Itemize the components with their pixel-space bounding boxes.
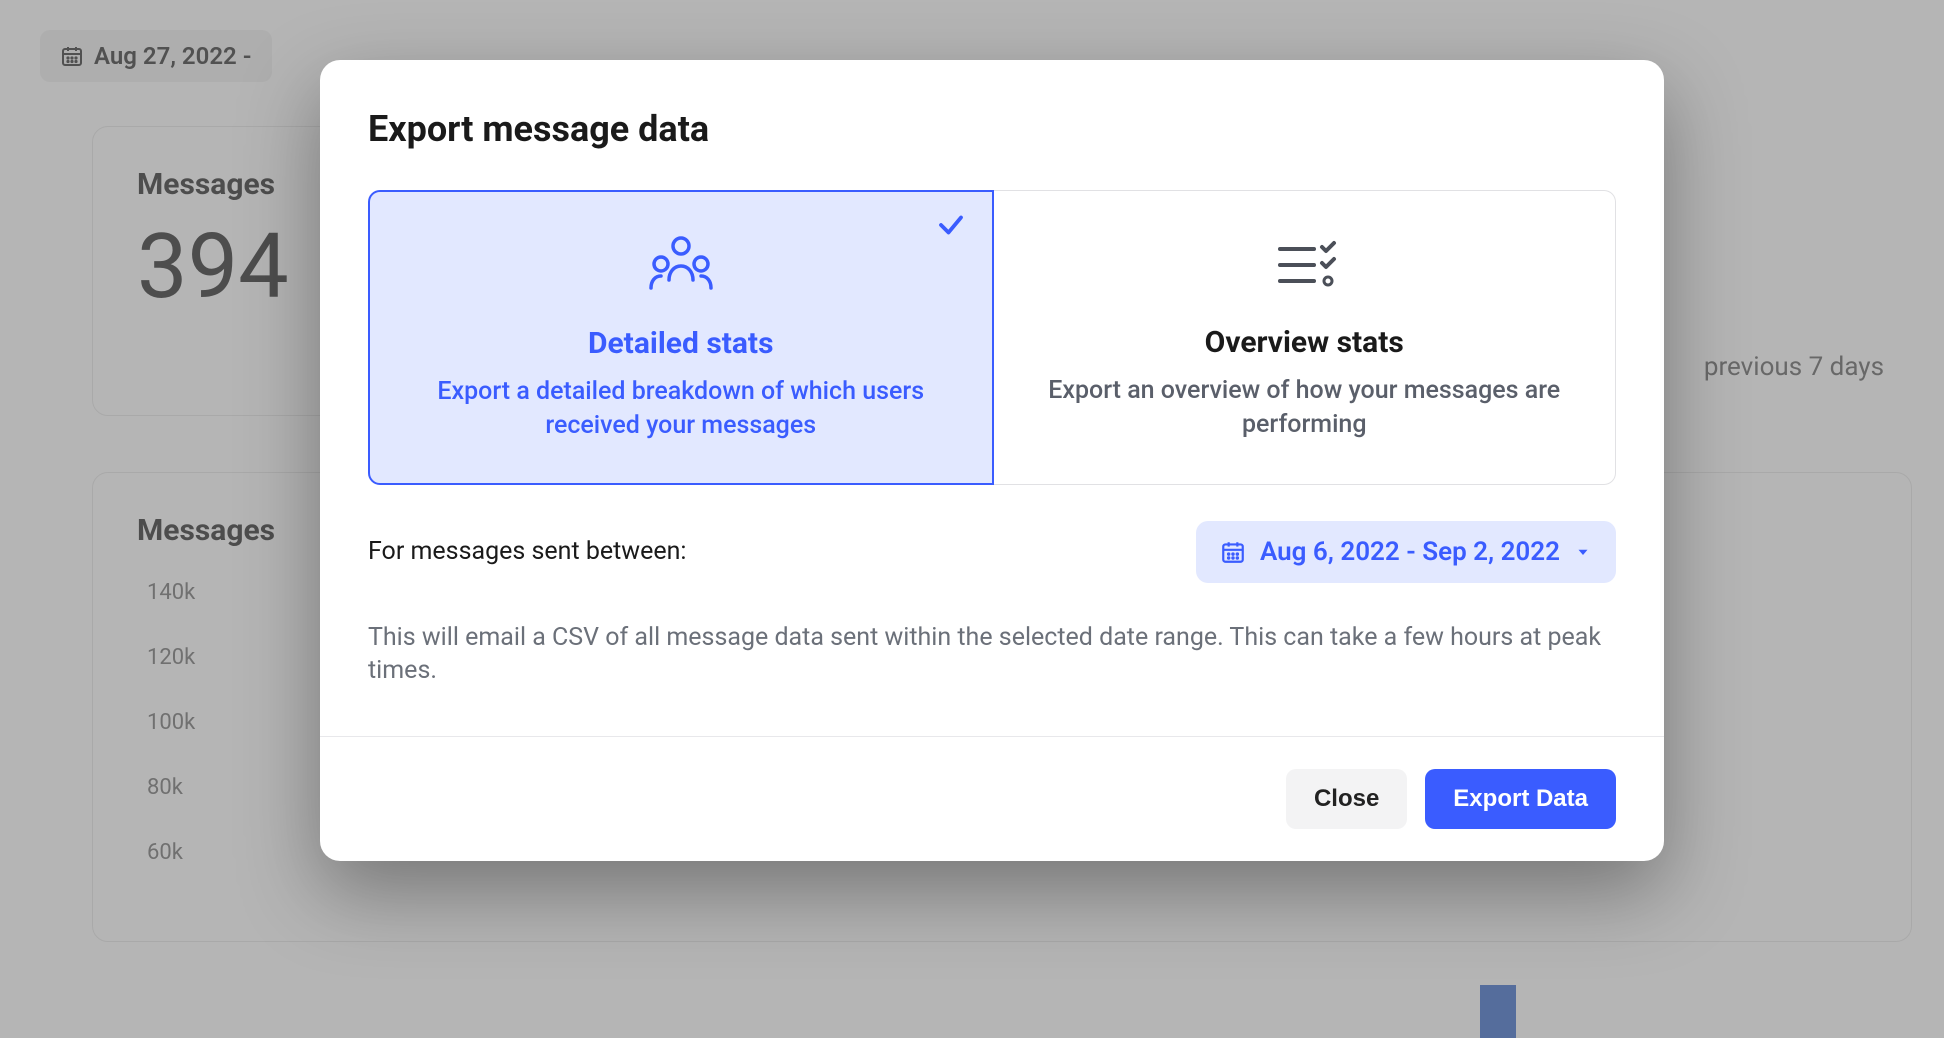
export-modal: Export message data Detailed sta: [320, 60, 1664, 861]
caret-down-icon: [1574, 543, 1592, 561]
modal-body: Export message data Detailed sta: [320, 60, 1664, 736]
option-overview-title: Overview stats: [1034, 325, 1576, 360]
date-range-picker[interactable]: Aug 6, 2022 - Sep 2, 2022: [1196, 521, 1616, 583]
close-button[interactable]: Close: [1286, 769, 1407, 829]
option-overview-stats[interactable]: Overview stats Export an overview of how…: [994, 190, 1617, 485]
export-button[interactable]: Export Data: [1425, 769, 1616, 829]
option-detailed-title: Detailed stats: [410, 326, 952, 361]
date-label: For messages sent between:: [368, 537, 686, 566]
helper-text: This will email a CSV of all message dat…: [368, 621, 1616, 689]
option-detailed-desc: Export a detailed breakdown of which use…: [410, 375, 952, 443]
modal-footer: Close Export Data: [320, 736, 1664, 861]
people-icon: [643, 228, 719, 304]
date-row: For messages sent between: Aug 6, 2022 -…: [368, 521, 1616, 583]
calendar-icon: [1220, 539, 1246, 565]
modal-title: Export message data: [368, 108, 1616, 150]
checklist-icon: [1266, 227, 1342, 303]
checkmark-icon: [936, 210, 966, 240]
option-overview-desc: Export an overview of how your messages …: [1034, 374, 1576, 442]
date-picker-value: Aug 6, 2022 - Sep 2, 2022: [1260, 537, 1560, 567]
export-option-group: Detailed stats Export a detailed breakdo…: [368, 190, 1616, 485]
option-detailed-stats[interactable]: Detailed stats Export a detailed breakdo…: [368, 190, 994, 485]
